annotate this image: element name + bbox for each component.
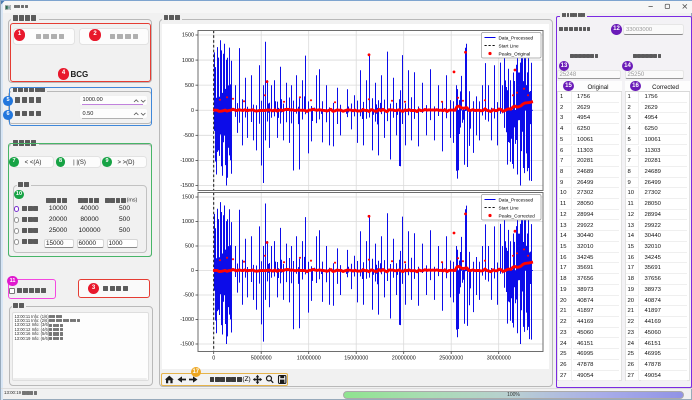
svg-text:30000000: 30000000 <box>487 356 511 362</box>
svg-text:1000: 1000 <box>182 58 194 64</box>
svg-text:10000000: 10000000 <box>297 356 321 362</box>
svg-text:0: 0 <box>191 268 194 274</box>
svg-text:0: 0 <box>191 108 194 114</box>
svg-text:-1000: -1000 <box>180 158 194 164</box>
svg-text:Start Line: Start Line <box>499 205 519 210</box>
svg-text:-500: -500 <box>183 293 194 299</box>
svg-text:Data_Processed: Data_Processed <box>499 35 534 40</box>
svg-text:Start Line: Start Line <box>499 43 519 48</box>
svg-text:500: 500 <box>185 244 194 250</box>
svg-text:Peaks_Original: Peaks_Original <box>499 51 531 56</box>
svg-text:-1000: -1000 <box>180 317 194 323</box>
svg-text:20000000: 20000000 <box>392 356 416 362</box>
svg-text:25000000: 25000000 <box>439 356 463 362</box>
svg-text:1000: 1000 <box>182 219 194 225</box>
svg-text:-1500: -1500 <box>180 342 194 348</box>
svg-text:Peaks_Corrected: Peaks_Corrected <box>499 213 536 218</box>
svg-text:Data_Processed: Data_Processed <box>499 197 534 202</box>
svg-text:-1500: -1500 <box>180 183 194 189</box>
svg-text:-500: -500 <box>183 133 194 139</box>
svg-text:1500: 1500 <box>182 33 194 39</box>
svg-text:15000000: 15000000 <box>344 356 368 362</box>
svg-text:500: 500 <box>185 83 194 89</box>
svg-text:0: 0 <box>212 356 215 362</box>
svg-text:1500: 1500 <box>182 195 194 201</box>
svg-text:5000000: 5000000 <box>251 356 272 362</box>
